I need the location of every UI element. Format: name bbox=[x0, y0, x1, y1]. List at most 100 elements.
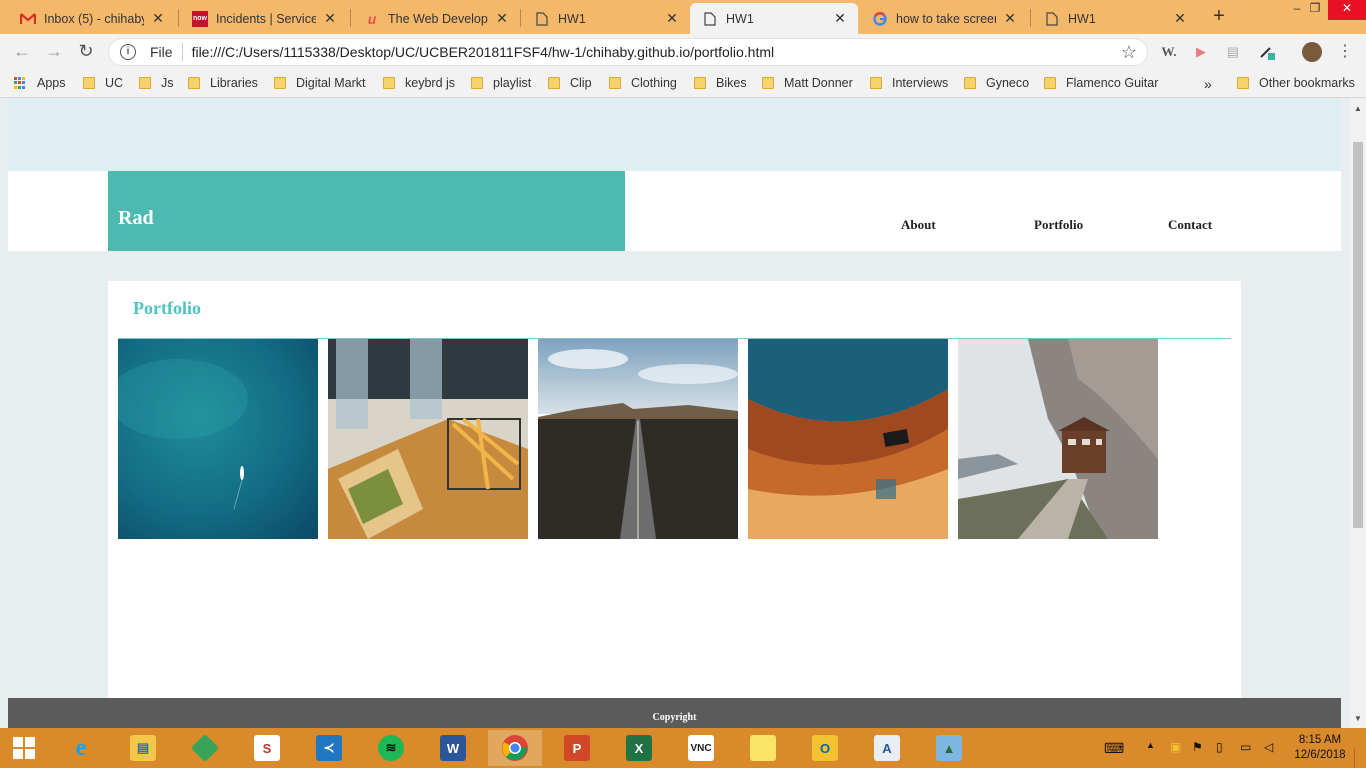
bookmark-folder[interactable]: Clip bbox=[548, 76, 592, 90]
tab-servicenow[interactable]: now Incidents | ServiceN ✕ bbox=[180, 3, 348, 34]
bookmark-label: Libraries bbox=[210, 76, 258, 90]
tab-hw1-b[interactable]: HW1 ✕ bbox=[1032, 3, 1198, 34]
bookmark-folder[interactable]: Gyneco bbox=[964, 76, 1029, 90]
maximize-button[interactable]: ❐ bbox=[1302, 0, 1328, 20]
bookmark-folder[interactable]: Bikes bbox=[694, 76, 747, 90]
chat-extension-icon[interactable]: ▤ bbox=[1224, 43, 1242, 61]
close-icon[interactable]: ✕ bbox=[150, 10, 166, 27]
portfolio-image-sandwich-fries[interactable] bbox=[328, 339, 528, 539]
scrollbar-thumb[interactable] bbox=[1353, 142, 1363, 528]
bookmark-folder[interactable]: UC bbox=[83, 76, 123, 90]
nav-portfolio[interactable]: Portfolio bbox=[1034, 217, 1083, 233]
bookmark-folder[interactable]: Clothing bbox=[609, 76, 677, 90]
device-icon[interactable]: ▯ bbox=[1216, 740, 1223, 754]
tray-expand-icon[interactable]: ▲ bbox=[1146, 740, 1155, 750]
close-icon[interactable]: ✕ bbox=[322, 10, 338, 27]
tab-google[interactable]: how to take screens ✕ bbox=[860, 3, 1028, 34]
page-title: Portfolio bbox=[133, 298, 201, 318]
menu-icon[interactable]: ⋮ bbox=[1336, 43, 1354, 61]
close-icon[interactable]: ✕ bbox=[1002, 10, 1018, 27]
other-bookmarks[interactable]: Other bookmarks bbox=[1237, 76, 1355, 90]
tab-separator bbox=[1030, 9, 1031, 27]
brand-logo[interactable]: Rad bbox=[118, 207, 154, 230]
wordpad-icon[interactable]: A bbox=[860, 730, 914, 766]
scroll-up-arrow-icon[interactable]: ▲ bbox=[1350, 102, 1366, 116]
vscode-icon[interactable]: ≺ bbox=[302, 730, 356, 766]
internet-explorer-icon[interactable]: e bbox=[54, 730, 108, 766]
bookmark-label: Gyneco bbox=[986, 76, 1030, 90]
bookmark-label: Digital Markt bbox=[296, 76, 366, 90]
page-scrollbar[interactable]: ▲ ▼ bbox=[1350, 98, 1366, 728]
bookmark-star-icon[interactable]: ☆ bbox=[1121, 42, 1137, 63]
bookmarks-overflow-button[interactable]: » bbox=[1204, 76, 1212, 92]
bookmark-folder[interactable]: keybrd js bbox=[383, 76, 455, 90]
portfolio-image-cliff-guesthouse[interactable] bbox=[958, 339, 1158, 539]
close-icon[interactable]: ✕ bbox=[1172, 10, 1188, 27]
gitkraken-icon[interactable] bbox=[178, 730, 232, 766]
bookmark-folder[interactable]: Digital Markt bbox=[274, 76, 365, 90]
forward-button[interactable]: → bbox=[44, 42, 64, 62]
network-icon[interactable]: ▭ bbox=[1240, 740, 1251, 754]
keyboard-icon[interactable]: ⌨ bbox=[1104, 740, 1124, 757]
vnc-icon[interactable]: VNC bbox=[674, 730, 728, 766]
folder-icon bbox=[471, 77, 483, 89]
bookmark-folder[interactable]: Interviews bbox=[870, 76, 948, 90]
wikipedia-extension-icon[interactable]: W. bbox=[1160, 43, 1178, 61]
new-tab-button[interactable]: + bbox=[1208, 6, 1230, 28]
brand-block: Rad bbox=[108, 171, 625, 251]
udemy-icon: u bbox=[367, 10, 377, 27]
bookmark-folder[interactable]: Matt Donner bbox=[762, 76, 853, 90]
volume-icon[interactable]: ◁ bbox=[1264, 740, 1273, 754]
portfolio-section: Portfolio bbox=[108, 281, 1241, 706]
bookmark-folder[interactable]: Js bbox=[139, 76, 174, 90]
portfolio-image-ocean-boat[interactable] bbox=[118, 339, 318, 539]
google-icon bbox=[872, 11, 888, 27]
bookmark-apps[interactable]: Apps bbox=[14, 76, 66, 90]
close-icon[interactable]: ✕ bbox=[494, 10, 510, 27]
excel-icon[interactable]: X bbox=[612, 730, 666, 766]
scroll-down-arrow-icon[interactable]: ▼ bbox=[1350, 712, 1366, 726]
outlook-tray-icon[interactable]: ▣ bbox=[1170, 740, 1181, 754]
close-icon[interactable]: ✕ bbox=[664, 10, 680, 27]
tab-hw1-active[interactable]: HW1 ✕ bbox=[690, 3, 858, 34]
outlook-icon[interactable]: O bbox=[798, 730, 852, 766]
cast-extension-icon[interactable]: ▶ bbox=[1192, 43, 1210, 61]
spotify-icon[interactable]: ≋ bbox=[364, 730, 418, 766]
page-icon bbox=[534, 11, 550, 27]
nav-contact[interactable]: Contact bbox=[1168, 217, 1212, 233]
pen-extension-icon[interactable] bbox=[1258, 43, 1276, 61]
system-clock[interactable]: 8:15 AM 12/6/2018 bbox=[1290, 733, 1350, 763]
back-button[interactable]: ← bbox=[12, 42, 32, 62]
avatar[interactable] bbox=[1302, 42, 1322, 62]
bookmark-folder[interactable]: Libraries bbox=[188, 76, 258, 90]
address-bar[interactable]: i File file:///C:/Users/1115338/Desktop/… bbox=[108, 38, 1148, 66]
portfolio-image-desert-road[interactable] bbox=[538, 339, 738, 539]
site-header: Rad About Portfolio Contact bbox=[8, 171, 1341, 251]
info-icon[interactable]: i bbox=[120, 44, 136, 60]
windows-start-icon[interactable] bbox=[0, 730, 48, 766]
tab-hw1-a[interactable]: HW1 ✕ bbox=[522, 3, 690, 34]
apps-grid-icon bbox=[14, 76, 27, 90]
tab-gmail[interactable]: Inbox (5) - chihaby@ ✕ bbox=[8, 3, 176, 34]
close-icon[interactable]: ✕ bbox=[832, 10, 848, 27]
bookmark-folder[interactable]: Flamenco Guitar bbox=[1044, 76, 1158, 90]
tab-title: The Web Developer bbox=[388, 11, 488, 26]
address-url[interactable]: file:///C:/Users/1115338/Desktop/UC/UCBE… bbox=[192, 44, 775, 60]
photos-icon[interactable]: ▲ bbox=[922, 730, 976, 766]
portfolio-image-aerial-shore[interactable] bbox=[748, 339, 948, 539]
gmail-icon bbox=[20, 11, 36, 27]
reload-button[interactable]: ↻ bbox=[76, 42, 96, 62]
show-desktop-button[interactable] bbox=[1354, 748, 1366, 768]
flag-icon[interactable]: ⚑ bbox=[1192, 740, 1203, 754]
close-window-button[interactable]: ✕ bbox=[1328, 0, 1366, 20]
tab-udemy[interactable]: u The Web Developer ✕ bbox=[352, 3, 520, 34]
powerpoint-icon[interactable]: P bbox=[550, 730, 604, 766]
file-explorer-icon[interactable]: ▤ bbox=[116, 730, 170, 766]
slack-icon[interactable]: S bbox=[240, 730, 294, 766]
nav-about[interactable]: About bbox=[901, 217, 936, 233]
bookmark-folder[interactable]: playlist bbox=[471, 76, 531, 90]
folder-icon bbox=[274, 77, 286, 89]
chrome-icon[interactable] bbox=[488, 730, 542, 766]
sticky-notes-icon[interactable] bbox=[736, 730, 790, 766]
word-icon[interactable]: W bbox=[426, 730, 480, 766]
